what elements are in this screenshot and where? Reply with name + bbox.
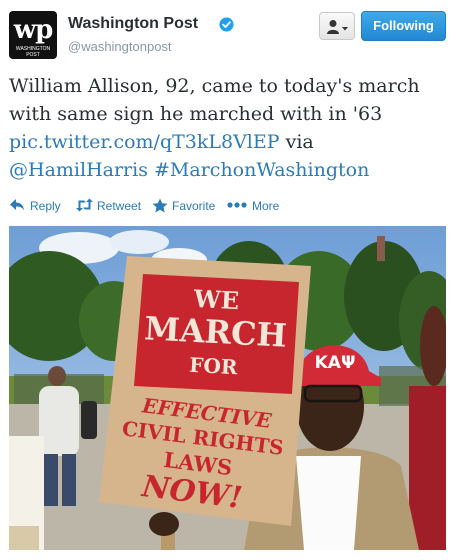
verified-badge-icon [219,17,234,32]
more-dots-icon [227,202,247,208]
favorite-action[interactable]: Favorite [152,197,218,215]
avatar-logo: wp [13,15,54,45]
reply-label: Reply [30,199,61,213]
user-actions-button[interactable] [319,12,355,40]
tweet-photo[interactable]: KAΨ WE MARCH FOR EFFECTIVE CIVIL RIGHTS … [9,226,446,550]
cap-text: KAΨ [315,353,356,373]
sign-line-1: WE [192,284,240,315]
account-handle[interactable]: @washingtonpost [68,39,172,54]
retweet-label: Retweet [97,199,142,213]
tweet-body: William Allison, 92, came to today's mar… [9,75,420,125]
avatar-subtitle: WASHINGTON POST [15,46,51,58]
more-label: More [252,199,280,213]
sign-line-2: MARCH [143,309,287,354]
favorite-label: Favorite [172,199,216,213]
tweet-text: William Allison, 92, came to today's mar… [9,72,447,184]
more-action[interactable]: More [227,197,283,215]
sign-line-3: FOR [189,353,239,380]
tweet-hashtag-link[interactable]: #MarchonWashington [154,159,369,181]
account-name[interactable]: Washington Post [68,15,198,33]
tweet-mention-link[interactable]: @HamilHarris [9,159,148,181]
march-photo: KAΨ WE MARCH FOR EFFECTIVE CIVIL RIGHTS … [9,226,446,550]
retweet-icon [76,198,93,212]
reply-icon [10,199,24,211]
user-dropdown-icon [327,20,348,34]
star-icon [152,198,168,213]
tweet-card: wp WASHINGTON POST Washington Post @wash… [0,0,454,560]
avatar[interactable]: wp WASHINGTON POST [9,11,57,59]
following-button[interactable]: Following [361,11,446,41]
retweet-action[interactable]: Retweet [75,197,149,215]
reply-action[interactable]: Reply [9,197,64,215]
tweet-via: via [285,131,314,153]
tweet-pic-link[interactable]: pic.twitter.com/qT3kL8VlEP [9,131,280,153]
